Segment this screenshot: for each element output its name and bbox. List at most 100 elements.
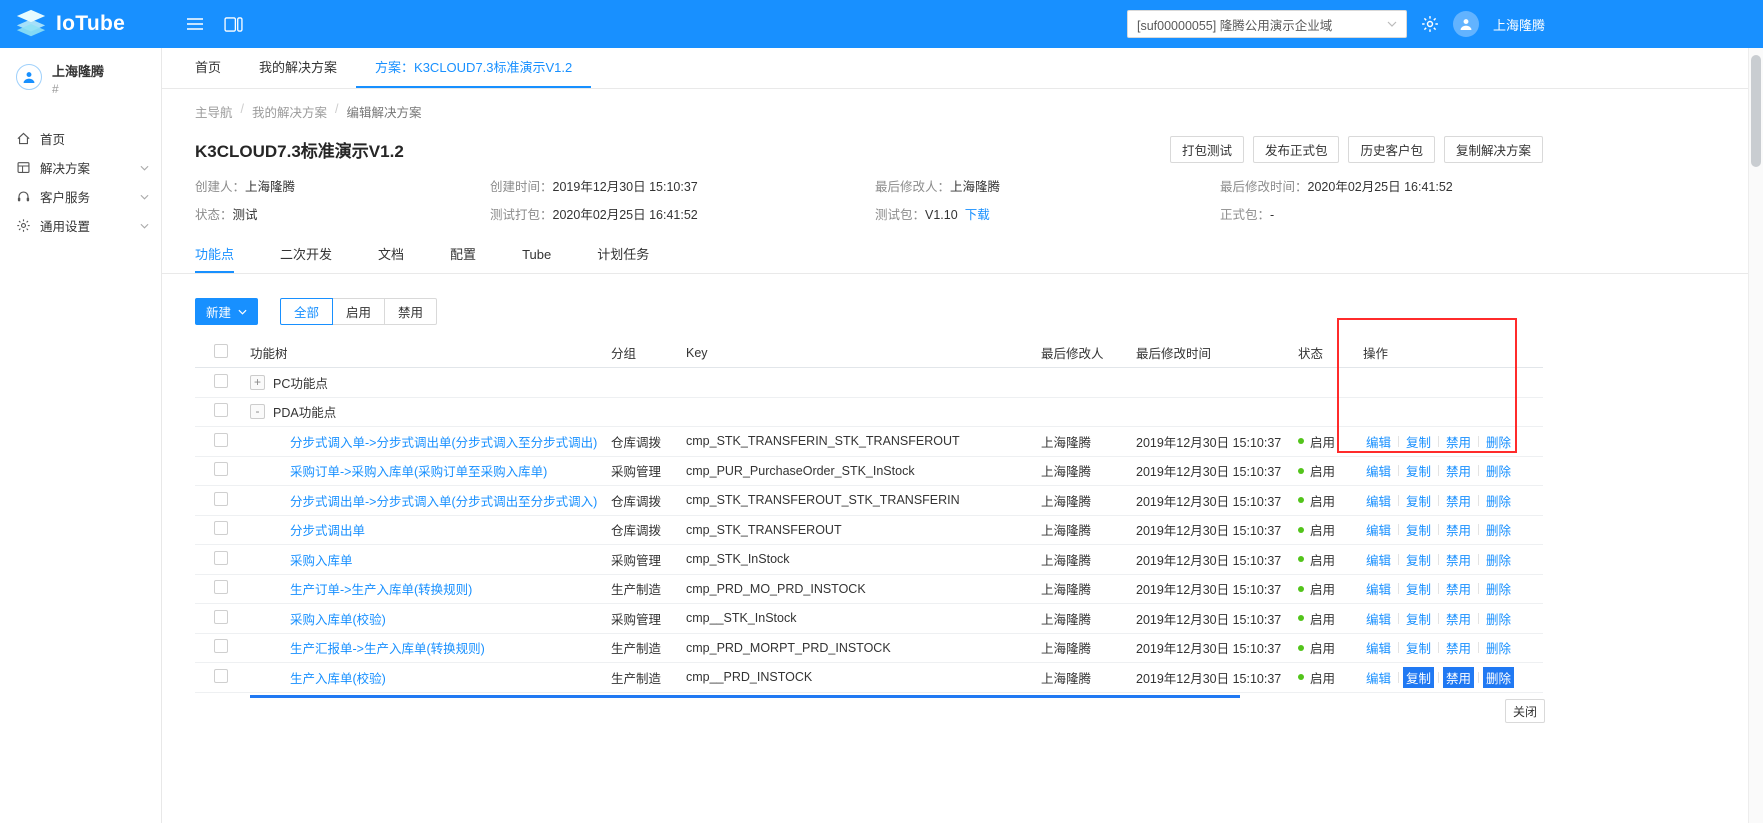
row-action-copy[interactable]: 复制 xyxy=(1403,519,1434,540)
vertical-scrollbar[interactable] xyxy=(1748,48,1763,823)
row-action-disable[interactable]: 禁用 xyxy=(1443,666,1475,688)
row-checkbox[interactable] xyxy=(214,373,228,388)
user-name[interactable]: 上海隆腾 xyxy=(1493,15,1545,34)
row-action-edit[interactable]: 编辑 xyxy=(1363,549,1394,570)
apps-panel-icon[interactable] xyxy=(224,16,243,32)
row-checkbox[interactable] xyxy=(214,521,228,536)
nav-tab-my-solutions[interactable]: 我的解决方案 xyxy=(240,48,356,88)
row-action-edit[interactable]: 编辑 xyxy=(1363,608,1394,629)
row-action-delete[interactable]: 删除 xyxy=(1483,549,1514,570)
row-action-edit[interactable]: 编辑 xyxy=(1363,460,1394,481)
row-checkbox[interactable] xyxy=(214,639,228,654)
package-test-button[interactable]: 打包测试 xyxy=(1169,135,1244,163)
feature-name-link[interactable]: 分步式调出单 xyxy=(290,524,365,538)
row-action-edit[interactable]: 编辑 xyxy=(1363,490,1394,511)
row-action-delete[interactable]: 删除 xyxy=(1483,490,1514,511)
row-action-delete[interactable]: 删除 xyxy=(1483,578,1514,599)
row-action-copy[interactable]: 复制 xyxy=(1403,460,1434,481)
row-action-disable[interactable]: 禁用 xyxy=(1443,608,1474,629)
row-action-copy[interactable]: 复制 xyxy=(1403,431,1434,452)
feature-name-link[interactable]: 生产入库单(校验) xyxy=(290,672,386,686)
tab-features[interactable]: 功能点 xyxy=(195,238,235,273)
tab-scheduled-tasks[interactable]: 计划任务 xyxy=(597,238,649,273)
row-checkbox[interactable] xyxy=(214,491,228,506)
copy-solution-button[interactable]: 复制解决方案 xyxy=(1443,135,1543,163)
close-button[interactable]: 关闭 xyxy=(1505,699,1546,723)
row-action-edit[interactable]: 编辑 xyxy=(1363,667,1394,688)
row-action-disable[interactable]: 禁用 xyxy=(1443,549,1474,570)
filter-enable-button[interactable]: 启用 xyxy=(332,298,386,325)
user-avatar[interactable] xyxy=(1452,11,1479,37)
sidebar-item-home[interactable]: 首页 xyxy=(0,124,161,153)
row-action-delete[interactable]: 删除 xyxy=(1483,460,1514,481)
select-all-cell xyxy=(195,344,242,361)
download-link[interactable]: 下载 xyxy=(965,208,990,222)
row-action-edit[interactable]: 编辑 xyxy=(1363,578,1394,599)
scrollbar-thumb[interactable] xyxy=(1751,55,1761,167)
row-action-disable[interactable]: 禁用 xyxy=(1443,490,1474,511)
tab-config[interactable]: 配置 xyxy=(450,238,476,273)
breadcrumb-item[interactable]: 主导航 xyxy=(195,102,233,121)
row-checkbox[interactable] xyxy=(214,462,228,477)
row-action-delete[interactable]: 删除 xyxy=(1483,608,1514,629)
modifier-cell: 上海隆腾 xyxy=(1041,612,1092,627)
filter-all-button[interactable]: 全部 xyxy=(280,298,334,325)
row-action-disable[interactable]: 禁用 xyxy=(1443,519,1474,540)
group-cell: 采购管理 xyxy=(611,612,662,627)
row-action-copy[interactable]: 复制 xyxy=(1403,549,1434,570)
settings-gear-icon[interactable] xyxy=(1421,15,1439,33)
expand-icon[interactable]: + xyxy=(250,374,265,390)
row-action-copy[interactable]: 复制 xyxy=(1403,637,1434,658)
row-checkbox[interactable] xyxy=(214,580,228,595)
collapse-icon[interactable]: - xyxy=(250,404,265,420)
row-checkbox[interactable] xyxy=(214,609,228,624)
feature-name-link[interactable]: 生产汇报单->生产入库单(转换规则) xyxy=(290,642,485,656)
row-action-delete[interactable]: 删除 xyxy=(1483,666,1515,688)
row-action-disable[interactable]: 禁用 xyxy=(1443,431,1474,452)
breadcrumb-item[interactable]: 编辑解决方案 xyxy=(347,102,422,121)
row-checkbox[interactable] xyxy=(214,668,228,683)
breadcrumb-item[interactable]: 我的解决方案 xyxy=(252,102,327,121)
publish-release-button[interactable]: 发布正式包 xyxy=(1252,135,1340,163)
new-button[interactable]: 新建 xyxy=(195,298,259,325)
collapse-menu-icon[interactable] xyxy=(186,17,204,31)
feature-name-link[interactable]: 采购入库单 xyxy=(290,554,353,568)
tab-tube[interactable]: Tube xyxy=(522,238,551,273)
sidebar-item-solutions[interactable]: 解决方案 xyxy=(0,153,161,182)
row-action-delete[interactable]: 删除 xyxy=(1483,519,1514,540)
features-table: 功能树 分组 Key 最后修改人 最后修改时间 状态 操作 + PC功能点 - PDA功能点 分步式… xyxy=(195,318,1543,698)
row-action-disable[interactable]: 禁用 xyxy=(1443,578,1474,599)
row-action-edit[interactable]: 编辑 xyxy=(1363,519,1394,540)
row-action-copy[interactable]: 复制 xyxy=(1403,608,1434,629)
row-checkbox[interactable] xyxy=(214,432,228,447)
feature-name-link[interactable]: 采购入库单(校验) xyxy=(290,613,386,627)
row-action-copy[interactable]: 复制 xyxy=(1403,666,1435,688)
row-action-edit[interactable]: 编辑 xyxy=(1363,637,1394,658)
enterprise-domain-select[interactable]: [suf00000055] 隆腾公用演示企业域 xyxy=(1126,10,1407,38)
tab-secondary-development[interactable]: 二次开发 xyxy=(280,238,332,273)
feature-name-link[interactable]: 采购订单->采购入库单(采购订单至采购入库单) xyxy=(290,465,547,479)
select-all-checkbox[interactable] xyxy=(214,344,228,358)
tab-documents[interactable]: 文档 xyxy=(378,238,404,273)
modifier-cell: 上海隆腾 xyxy=(1041,553,1092,568)
row-action-copy[interactable]: 复制 xyxy=(1403,490,1434,511)
row-action-copy[interactable]: 复制 xyxy=(1403,578,1434,599)
row-action-disable[interactable]: 禁用 xyxy=(1443,637,1474,658)
feature-name-link[interactable]: 分步式调入单->分步式调出单(分步式调入至分步式调出) xyxy=(290,436,597,450)
sidebar-item-general-settings[interactable]: 通用设置 xyxy=(0,211,161,240)
feature-name-link[interactable]: 生产订单->生产入库单(转换规则) xyxy=(290,583,472,597)
filter-disable-button[interactable]: 禁用 xyxy=(384,298,438,325)
nav-tab-solution[interactable]: 方案：K3CLOUD7.3标准演示V1.2 xyxy=(356,48,592,88)
row-action-delete[interactable]: 删除 xyxy=(1483,431,1514,452)
history-customer-packages-button[interactable]: 历史客户包 xyxy=(1348,135,1435,163)
row-action-disable[interactable]: 禁用 xyxy=(1443,460,1474,481)
modifier-cell: 上海隆腾 xyxy=(1041,435,1092,450)
meta-field: 创建人：上海隆腾 xyxy=(195,176,490,195)
row-checkbox[interactable] xyxy=(214,550,228,565)
nav-tab-home[interactable]: 首页 xyxy=(176,48,240,88)
row-action-delete[interactable]: 删除 xyxy=(1483,637,1514,658)
row-checkbox[interactable] xyxy=(214,403,228,418)
sidebar-item-customer-service[interactable]: 客户服务 xyxy=(0,182,161,211)
row-action-edit[interactable]: 编辑 xyxy=(1363,431,1394,452)
feature-name-link[interactable]: 分步式调出单->分步式调入单(分步式调出至分步式调入) xyxy=(290,495,597,509)
